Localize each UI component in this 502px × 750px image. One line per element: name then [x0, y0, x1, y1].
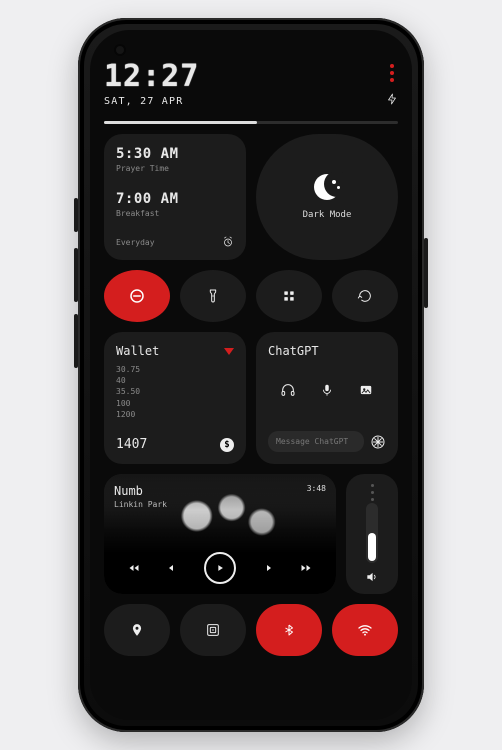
track-artist: Linkin Park — [114, 500, 167, 509]
bluetooth-toggle[interactable] — [256, 604, 322, 656]
alarm-1-label: Prayer Time — [116, 164, 234, 173]
alarm-2-label: Breakfast — [116, 209, 234, 218]
wallet-transaction: 100 — [116, 398, 234, 409]
volume-menu-icon[interactable] — [371, 484, 374, 501]
volume-widget[interactable] — [346, 474, 398, 594]
front-camera — [116, 46, 124, 54]
grid-icon — [282, 289, 296, 303]
wallet-widget[interactable]: Wallet 30.754035.501001200 1407 $ — [104, 332, 246, 464]
alarm-2-time: 7:00 AM — [116, 191, 234, 207]
track-title: Numb — [114, 484, 167, 498]
refresh-toggle[interactable] — [332, 270, 398, 322]
day-progress-bar — [104, 121, 398, 124]
volume-up-button[interactable] — [74, 248, 78, 302]
chatgpt-widget[interactable]: ChatGPT Message ChatGPT — [256, 332, 398, 464]
alarms-widget[interactable]: 5:30 AM Prayer Time 7:00 AM Breakfast Ev… — [104, 134, 246, 260]
headphones-icon[interactable] — [280, 382, 296, 398]
alarm-1-time: 5:30 AM — [116, 146, 234, 162]
wallet-transaction: 40 — [116, 375, 234, 386]
wallet-title: Wallet — [116, 344, 159, 358]
alarm-repeat-label: Everyday — [116, 238, 155, 247]
volume-down-button[interactable] — [74, 314, 78, 368]
flashlight-icon — [205, 288, 221, 304]
bolt-icon[interactable] — [386, 92, 398, 106]
rewind-icon[interactable] — [166, 562, 180, 574]
dnd-icon — [128, 287, 146, 305]
clock-time: 12:27 — [104, 62, 199, 92]
menu-dots-icon[interactable] — [390, 64, 394, 82]
phone-frame: 12:27 SAT, 27 APR — [78, 18, 424, 732]
moon-icon — [314, 174, 340, 200]
chatgpt-input[interactable]: Message ChatGPT — [268, 431, 364, 452]
alarm-icon — [222, 236, 234, 248]
dark-mode-toggle[interactable]: Dark Mode — [256, 134, 398, 260]
refresh-icon — [357, 288, 373, 304]
speaker-icon — [365, 570, 379, 584]
chatgpt-title: ChatGPT — [268, 344, 386, 358]
prev-track-icon[interactable] — [126, 562, 142, 574]
flashlight-toggle[interactable] — [180, 270, 246, 322]
nfc-icon — [205, 622, 221, 638]
next-track-icon[interactable] — [298, 562, 314, 574]
play-button[interactable] — [204, 552, 236, 584]
mic-icon[interactable] — [320, 382, 334, 398]
home-screen: 12:27 SAT, 27 APR — [90, 30, 412, 720]
wallet-transaction: 30.75 — [116, 364, 234, 375]
currency-icon: $ — [220, 438, 234, 452]
clock-date: SAT, 27 APR — [104, 96, 199, 107]
wallet-transaction: 35.50 — [116, 386, 234, 397]
location-icon — [130, 622, 144, 638]
wallet-dropdown-icon[interactable] — [224, 348, 234, 355]
music-widget[interactable]: Numb Linkin Park 3:48 — [104, 474, 336, 594]
wifi-icon — [355, 622, 375, 638]
bluetooth-icon — [283, 621, 295, 639]
apps-toggle[interactable] — [256, 270, 322, 322]
clock-widget[interactable]: 12:27 SAT, 27 APR — [104, 62, 199, 107]
nfc-toggle[interactable] — [180, 604, 246, 656]
dnd-toggle[interactable] — [104, 270, 170, 322]
image-icon[interactable] — [358, 383, 374, 397]
power-button[interactable] — [424, 238, 428, 308]
wallet-transaction: 1200 — [116, 409, 234, 420]
forward-icon[interactable] — [260, 562, 274, 574]
wallet-total: 1407 — [116, 437, 147, 452]
wifi-toggle[interactable] — [332, 604, 398, 656]
volume-slider[interactable] — [366, 503, 378, 563]
dark-mode-label: Dark Mode — [303, 210, 352, 220]
side-button — [74, 198, 78, 232]
track-duration: 3:48 — [307, 484, 326, 493]
openai-icon[interactable] — [370, 434, 386, 450]
location-toggle[interactable] — [104, 604, 170, 656]
